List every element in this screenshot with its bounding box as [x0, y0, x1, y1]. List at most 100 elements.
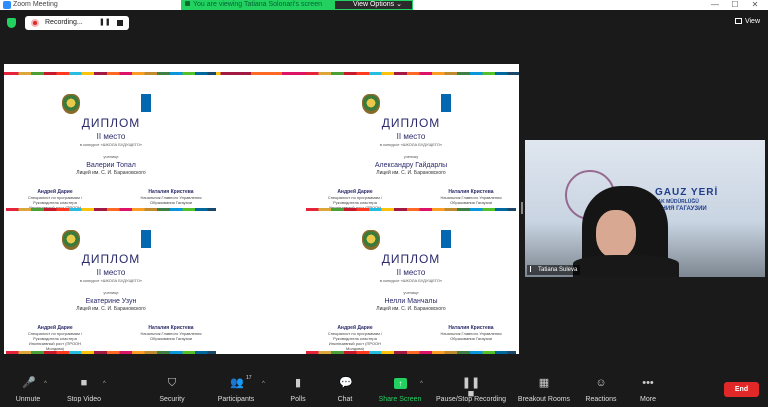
view-options-button[interactable]: View Options ⌄	[337, 1, 413, 9]
sdg-color-strip	[306, 72, 516, 75]
gagauzia-emblem-icon	[362, 230, 380, 250]
camera-icon: ■	[80, 377, 88, 389]
gagauzia-emblem-icon	[62, 230, 80, 250]
ellipsis-icon: •••	[642, 377, 654, 389]
smiley-icon: ☺	[595, 377, 607, 389]
sdg-color-strip	[306, 208, 516, 211]
signer-left-title: Специалист по программам / Руководитель …	[327, 331, 383, 351]
share-banner: You are viewing Tatiana Solonari's scree…	[181, 0, 413, 10]
sdg-color-strip	[6, 351, 216, 354]
close-button[interactable]: ✕	[746, 0, 764, 10]
participant-face	[596, 210, 636, 258]
share-icon	[185, 1, 190, 6]
signer-left-title: Специалист по программам / Руководитель …	[27, 331, 83, 351]
reactions-button[interactable]: ☺ Reactions	[582, 372, 620, 407]
video-options-caret[interactable]: ^	[103, 381, 106, 387]
polls-button[interactable]: ▮ Polls	[283, 372, 313, 407]
reactions-label: Reactions	[585, 396, 617, 403]
security-label: Security	[159, 396, 185, 403]
maximize-button[interactable]: ☐	[726, 0, 744, 10]
sdg-color-strip	[306, 351, 516, 354]
diploma-contest: в конкурсе «ШКОЛА БУДУЩЕГО»	[79, 142, 143, 147]
pause-stop-recording-label: Pause/Stop Recording	[435, 396, 507, 403]
grid-icon	[734, 18, 742, 24]
participants-button[interactable]: 👥 17 Participants	[212, 372, 260, 407]
undp-logo	[141, 230, 151, 248]
diploma-title: ДИПЛОМ	[81, 116, 141, 130]
pause-stop-icon: ❚❚ ■	[461, 377, 481, 400]
recording-label: Recording...	[45, 19, 83, 26]
diploma-role: ученице	[103, 154, 119, 159]
diploma-title: ДИПЛОМ	[381, 116, 441, 130]
chat-button[interactable]: 💬 Chat	[330, 372, 360, 407]
pause-stop-recording-button[interactable]: ❚❚ ■ Pause/Stop Recording	[432, 372, 510, 407]
diploma-contest: в конкурсе «ШКОЛА БУДУЩЕГО»	[379, 142, 443, 147]
view-options-label: View Options	[353, 1, 395, 8]
shield-icon[interactable]	[7, 18, 16, 28]
background-title: GAUZ YERİ	[655, 187, 719, 198]
signature-right: Наталия Кристева Начальник Главного Управ…	[136, 326, 206, 342]
title-bar: Zoom Meeting — ☐ ✕ You are viewing Tatia…	[0, 0, 768, 10]
diploma-title: ДИПЛОМ	[381, 252, 441, 266]
more-label: More	[640, 396, 656, 403]
diploma-recipient: Валерии Топал	[86, 162, 136, 169]
recording-indicator: Recording... ❚❚	[25, 16, 129, 30]
signature-right: Наталия Кристева Начальник Главного Управ…	[436, 326, 506, 342]
people-icon: 👥	[230, 377, 244, 389]
signature-left: Андрей Дарие Специалист по программам / Р…	[320, 326, 390, 352]
participant-name-tag: Tatiana Suleva	[527, 265, 581, 275]
diploma-place: II место	[96, 132, 126, 141]
signature-right: Наталия Кристева Начальник Главного Управ…	[136, 190, 206, 206]
share-status-text: You are viewing Tatiana Solonari's scree…	[193, 1, 322, 8]
diploma-card: ДИПЛОМ II место в конкурсе «ШКОЛА БУДУЩЕГО…	[6, 72, 216, 218]
security-button[interactable]: ⛉ Security	[154, 372, 190, 407]
stop-video-label: Stop Video	[66, 396, 102, 403]
chevron-down-icon: ⌄	[396, 1, 402, 8]
view-button[interactable]: View	[734, 16, 760, 28]
signal-icon	[530, 266, 536, 272]
audio-options-caret[interactable]: ^	[44, 381, 47, 387]
splitter-handle[interactable]	[521, 202, 523, 214]
breakout-grid-icon: ▦	[538, 377, 550, 389]
diploma-card: ДИПЛОМ II место в конкурсе «ШКОЛА БУДУЩЕГО…	[6, 208, 216, 354]
undp-logo	[141, 94, 151, 112]
more-button[interactable]: ••• More	[634, 372, 662, 407]
chat-bubble-icon: 💬	[339, 377, 353, 389]
participant-body	[573, 255, 679, 277]
zoom-window: { "window": { "title": "Zoom Meeting", "…	[0, 0, 768, 407]
signature-right: Наталия Кристева Начальник Главного Управ…	[436, 190, 506, 206]
meeting-top-bar: Recording... ❚❚ View	[0, 10, 768, 35]
diploma-place: II место	[396, 268, 426, 277]
meeting-toolbar: 🎤 Unmute ^ ■ Stop Video ^ ⛉ Security 👥 1…	[0, 372, 768, 407]
unmute-button[interactable]: 🎤 Unmute	[8, 372, 48, 407]
diploma-role: ученице	[403, 290, 419, 295]
diploma-school: Лицей им. С. И. Барановского	[76, 170, 146, 176]
share-screen-button[interactable]: ↑ Share Screen	[375, 372, 425, 407]
share-arrow-icon: ↑	[394, 378, 407, 389]
diploma-role: ученику	[403, 154, 419, 159]
breakout-rooms-button[interactable]: ▦ Breakout Rooms	[514, 372, 574, 407]
participants-caret[interactable]: ^	[262, 381, 265, 387]
window-title: Zoom Meeting	[13, 1, 58, 8]
shield-security-icon: ⛉	[167, 377, 177, 389]
diploma-school: Лицей им. С. И. Барановского	[376, 170, 446, 176]
diploma-place: II место	[96, 268, 126, 277]
diploma-card: ДИПЛОМ II место в конкурсе «ШКОЛА БУДУЩЕГО…	[306, 72, 516, 218]
gagauzia-emblem-icon	[62, 94, 80, 114]
diploma-contest: в конкурсе «ШКОЛА БУДУЩЕГО»	[79, 278, 143, 283]
gagauzia-emblem-icon	[362, 94, 380, 114]
sdg-color-strip	[6, 208, 216, 211]
end-meeting-button[interactable]: End	[724, 382, 759, 397]
minimize-button[interactable]: —	[706, 0, 724, 10]
stop-icon[interactable]	[117, 20, 123, 26]
bar-chart-icon: ▮	[294, 377, 302, 389]
diploma-role: ученице	[103, 290, 119, 295]
chat-label: Chat	[337, 396, 353, 403]
stop-video-button[interactable]: ■ Stop Video	[62, 372, 106, 407]
unmute-label: Unmute	[15, 396, 41, 403]
pause-icon[interactable]: ❚❚	[99, 18, 111, 28]
record-icon	[31, 19, 39, 27]
share-options-caret[interactable]: ^	[420, 381, 423, 387]
participants-label: Participants	[217, 396, 255, 403]
diploma-place: II место	[396, 132, 426, 141]
